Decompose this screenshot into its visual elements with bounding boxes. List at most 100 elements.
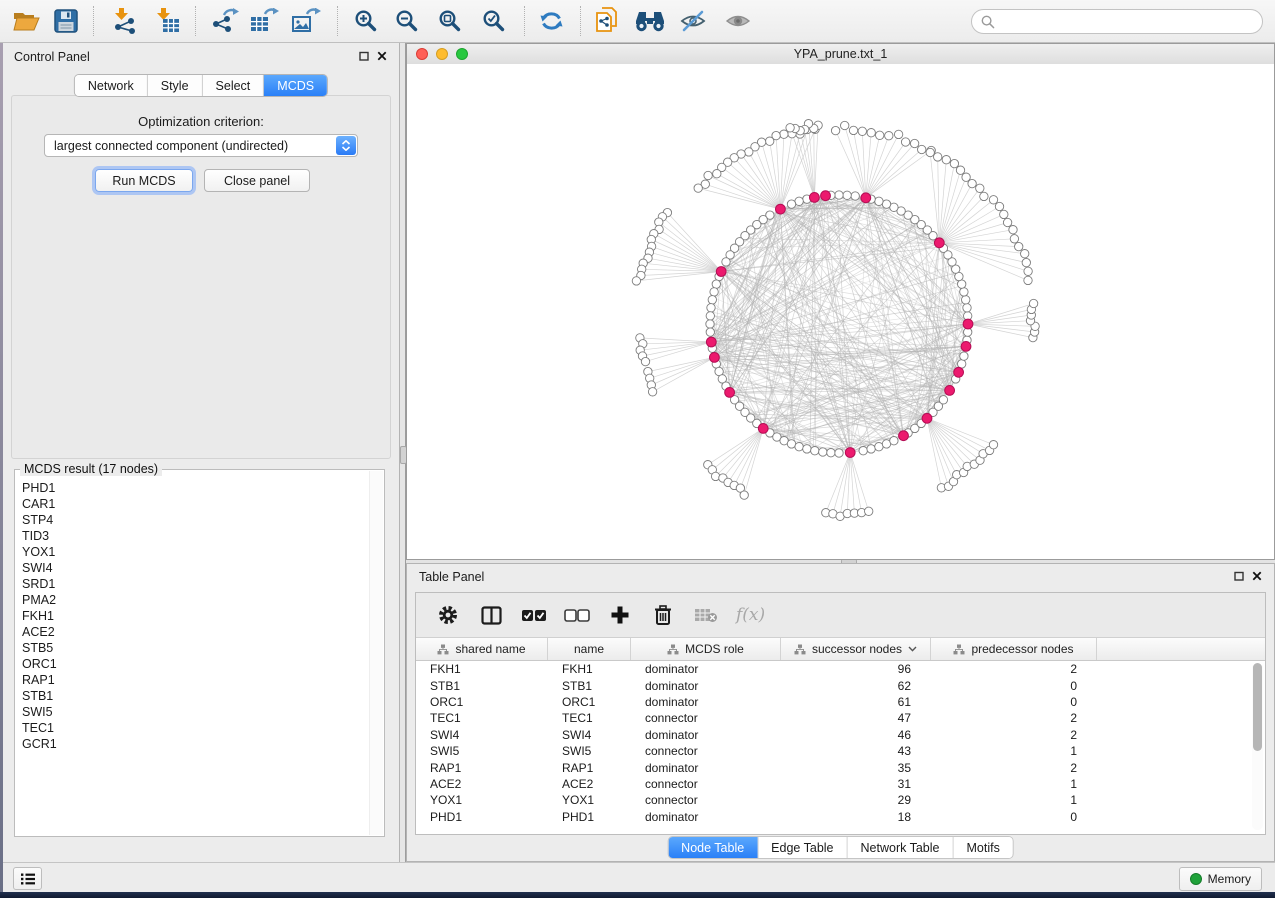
table-cell[interactable]: connector: [631, 744, 781, 758]
table-cell[interactable]: dominator: [631, 761, 781, 775]
table-cell[interactable]: YOX1: [416, 793, 548, 807]
run-mcds-button[interactable]: Run MCDS: [95, 169, 193, 192]
column-header-predecessor-nodes[interactable]: predecessor nodes: [931, 638, 1097, 660]
table-cell[interactable]: TEC1: [416, 711, 548, 725]
close-panel-icon[interactable]: [1252, 571, 1262, 581]
mcds-result-item[interactable]: GCR1: [22, 736, 368, 752]
table-cell[interactable]: FKH1: [548, 662, 631, 676]
export-table-button[interactable]: [246, 4, 282, 38]
table-cell[interactable]: 31: [781, 777, 931, 791]
zoom-window-icon[interactable]: [456, 48, 468, 60]
table-cell[interactable]: dominator: [631, 695, 781, 709]
table-cell[interactable]: connector: [631, 711, 781, 725]
table-cell[interactable]: dominator: [631, 679, 781, 693]
table-cell[interactable]: PHD1: [548, 810, 631, 824]
column-header-MCDS-role[interactable]: MCDS role: [631, 638, 781, 660]
tab-node-table[interactable]: Node Table: [668, 837, 758, 858]
table-row[interactable]: STB1STB1dominator620: [416, 677, 1265, 693]
table-cell[interactable]: 46: [781, 728, 931, 742]
tab-select[interactable]: Select: [203, 75, 265, 96]
open-file-button[interactable]: [8, 4, 44, 38]
mcds-result-item[interactable]: SWI4: [22, 560, 368, 576]
table-cell[interactable]: 2: [931, 711, 1097, 725]
tab-style[interactable]: Style: [148, 75, 203, 96]
table-cell[interactable]: ACE2: [416, 777, 548, 791]
table-cell[interactable]: dominator: [631, 810, 781, 824]
show-eye-button[interactable]: [720, 4, 756, 38]
table-row[interactable]: YOX1YOX1connector291: [416, 792, 1265, 808]
table-cell[interactable]: SWI4: [548, 728, 631, 742]
table-row[interactable]: ORC1ORC1dominator610: [416, 694, 1265, 710]
table-cell[interactable]: ORC1: [548, 695, 631, 709]
close-panel-icon[interactable]: [377, 51, 387, 61]
table-row[interactable]: ACE2ACE2connector311: [416, 776, 1265, 792]
table-cell[interactable]: SWI4: [416, 728, 548, 742]
network-graph-canvas[interactable]: [407, 64, 1274, 559]
add-column-icon[interactable]: [607, 602, 633, 628]
network-window-titlebar[interactable]: YPA_prune.txt_1: [407, 44, 1274, 65]
table-cell[interactable]: SWI5: [416, 744, 548, 758]
table-cell[interactable]: ORC1: [416, 695, 548, 709]
table-row[interactable]: TEC1TEC1connector472: [416, 710, 1265, 726]
import-table-button[interactable]: [149, 4, 185, 38]
mcds-result-item[interactable]: TID3: [22, 528, 368, 544]
table-cell[interactable]: dominator: [631, 728, 781, 742]
float-panel-icon[interactable]: [359, 51, 369, 61]
close-panel-button[interactable]: Close panel: [204, 169, 310, 192]
table-cell[interactable]: 1: [931, 744, 1097, 758]
table-cell[interactable]: 0: [931, 695, 1097, 709]
mcds-result-item[interactable]: YOX1: [22, 544, 368, 560]
change-table-mode-icon[interactable]: [478, 602, 504, 628]
mcds-result-item[interactable]: RAP1: [22, 672, 368, 688]
table-scrollbar-thumb[interactable]: [1253, 663, 1262, 751]
table-cell[interactable]: connector: [631, 777, 781, 791]
mcds-result-item[interactable]: ORC1: [22, 656, 368, 672]
table-cell[interactable]: RAP1: [416, 761, 548, 775]
deselect-all-icon[interactable]: [564, 602, 590, 628]
table-cell[interactable]: FKH1: [416, 662, 548, 676]
save-session-button[interactable]: [48, 4, 84, 38]
table-cell[interactable]: YOX1: [548, 793, 631, 807]
show-panels-list-button[interactable]: [13, 867, 42, 890]
tab-network[interactable]: Network: [75, 75, 148, 96]
export-image-button[interactable]: [288, 4, 324, 38]
zoom-fit-button[interactable]: [432, 4, 468, 38]
duplicate-network-button[interactable]: [589, 4, 625, 38]
column-header-successor-nodes[interactable]: successor nodes: [781, 638, 931, 660]
mcds-result-item[interactable]: SRD1: [22, 576, 368, 592]
float-panel-icon[interactable]: [1234, 571, 1244, 581]
table-cell[interactable]: 2: [931, 728, 1097, 742]
import-network-button[interactable]: [107, 4, 143, 38]
column-header-shared-name[interactable]: shared name: [416, 638, 548, 660]
table-cell[interactable]: 47: [781, 711, 931, 725]
refresh-button[interactable]: [533, 4, 569, 38]
mcds-result-item[interactable]: ACE2: [22, 624, 368, 640]
table-cell[interactable]: 1: [931, 793, 1097, 807]
table-cell[interactable]: 62: [781, 679, 931, 693]
table-row[interactable]: SWI5SWI5connector431: [416, 743, 1265, 759]
mcds-result-item[interactable]: FKH1: [22, 608, 368, 624]
table-cell[interactable]: PHD1: [416, 810, 548, 824]
mcds-result-item[interactable]: STB5: [22, 640, 368, 656]
tab-network-table[interactable]: Network Table: [848, 837, 954, 858]
mcds-result-list[interactable]: PHD1CAR1STP4TID3YOX1SWI4SRD1PMA2FKH1ACE2…: [22, 480, 368, 832]
table-cell[interactable]: SWI5: [548, 744, 631, 758]
table-cell[interactable]: 96: [781, 662, 931, 676]
mcds-result-item[interactable]: TEC1: [22, 720, 368, 736]
mcds-result-item[interactable]: SWI5: [22, 704, 368, 720]
table-cell[interactable]: connector: [631, 793, 781, 807]
table-cell[interactable]: dominator: [631, 662, 781, 676]
mcds-result-item[interactable]: PMA2: [22, 592, 368, 608]
table-cell[interactable]: RAP1: [548, 761, 631, 775]
table-cell[interactable]: 0: [931, 679, 1097, 693]
memory-button[interactable]: Memory: [1179, 867, 1262, 891]
search-input[interactable]: [995, 15, 1262, 29]
table-cell[interactable]: 43: [781, 744, 931, 758]
table-cell[interactable]: 35: [781, 761, 931, 775]
table-cell[interactable]: 29: [781, 793, 931, 807]
column-header-name[interactable]: name: [548, 638, 631, 660]
search-binoculars-button[interactable]: [632, 4, 668, 38]
delete-column-icon[interactable]: [650, 602, 676, 628]
table-row[interactable]: RAP1RAP1dominator352: [416, 759, 1265, 775]
mcds-list-scrollbar[interactable]: [369, 471, 383, 835]
